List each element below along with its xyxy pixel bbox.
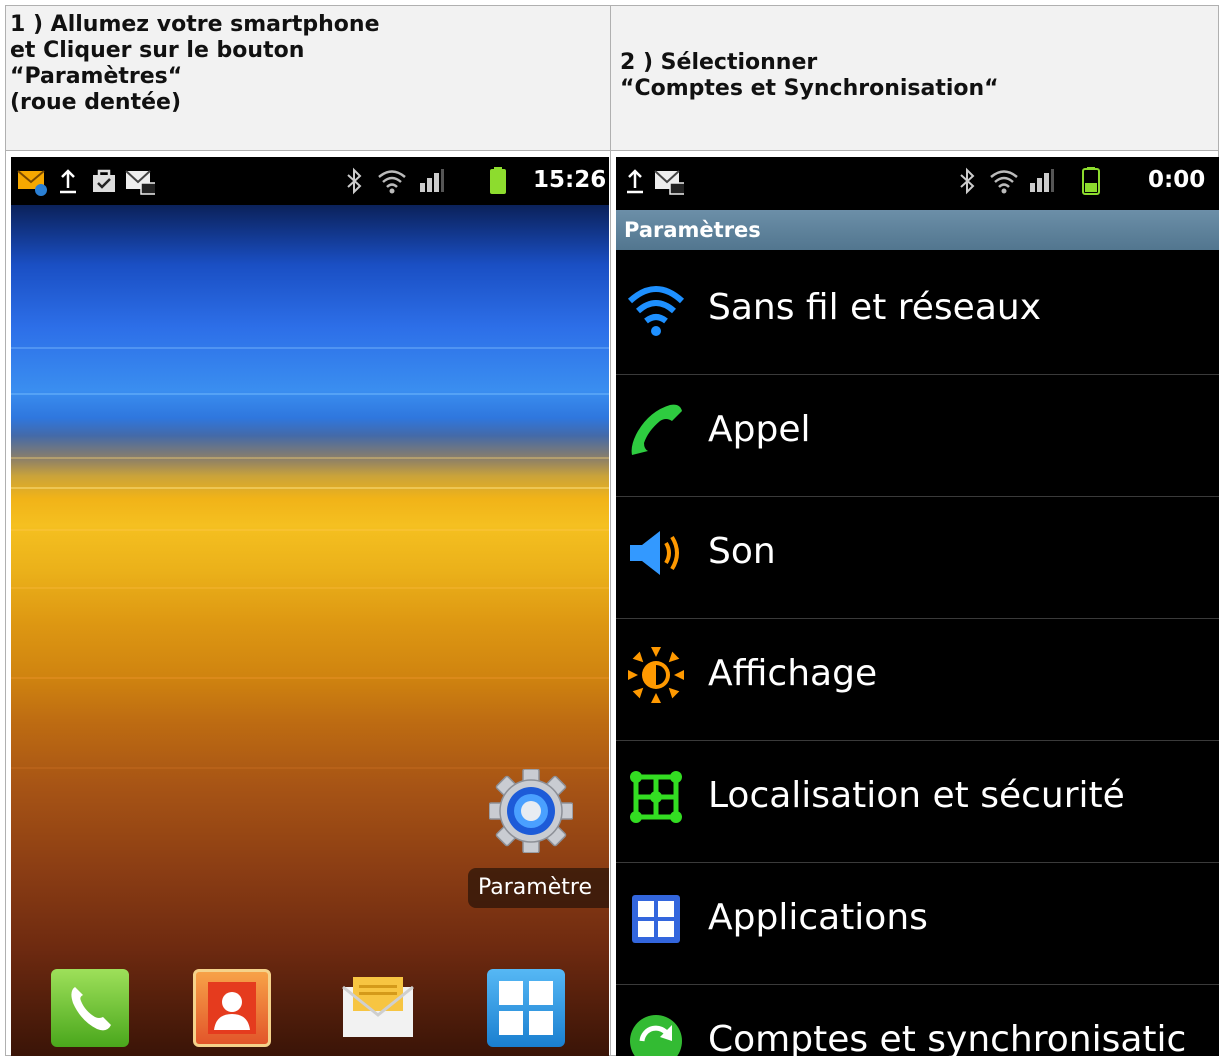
contacts-icon[interactable]	[193, 969, 271, 1047]
sync-icon	[626, 1011, 686, 1056]
messaging-icon[interactable]	[339, 969, 417, 1047]
wallpaper-streak	[11, 457, 609, 459]
wifi-icon	[626, 279, 686, 339]
signal-icon	[1026, 166, 1056, 196]
bag-icon	[89, 166, 119, 196]
wifi-icon	[376, 166, 406, 196]
settings-item-location-security[interactable]: Localisation et sécurité	[616, 741, 1219, 863]
wifi-icon	[988, 166, 1018, 196]
phone-icon	[626, 401, 686, 461]
bluetooth-icon	[952, 166, 982, 196]
phone-icon[interactable]	[51, 969, 129, 1047]
column-divider	[610, 5, 611, 1056]
speaker-icon	[626, 523, 686, 583]
gear-icon[interactable]	[488, 768, 574, 854]
settings-item-display[interactable]: Affichage	[616, 619, 1219, 741]
settings-item-label: Localisation et sécurité	[708, 775, 1125, 816]
row-divider	[5, 150, 1219, 151]
settings-item-label: Son	[708, 531, 776, 572]
settings-item-sound[interactable]: Son	[616, 497, 1219, 619]
settings-shortcut-label[interactable]: Paramètre	[468, 868, 609, 908]
upload-icon	[53, 166, 83, 196]
step-1-instruction: 1 ) Allumez votre smartphone et Cliquer …	[10, 12, 380, 115]
settings-item-label: Sans fil et réseaux	[708, 287, 1041, 328]
status-bar: 0:00	[616, 157, 1219, 205]
step-2-instruction: 2 ) Sélectionner “Comptes et Synchronisa…	[620, 50, 999, 101]
apps-icon[interactable]	[487, 969, 565, 1047]
bluetooth-icon	[339, 166, 369, 196]
applications-icon	[626, 889, 686, 949]
settings-item-accounts-sync[interactable]: Comptes et synchronisatic	[616, 985, 1219, 1056]
voicemail-icon	[125, 166, 155, 196]
settings-item-label: Applications	[708, 897, 928, 938]
battery-icon	[483, 166, 513, 196]
wallpaper-streak	[11, 677, 609, 679]
voicemail-icon	[654, 166, 684, 196]
status-time: 15:26	[533, 167, 607, 193]
email-icon	[17, 166, 47, 196]
settings-item-call[interactable]: Appel	[616, 375, 1219, 497]
wallpaper-streak	[11, 529, 609, 531]
home-screen: 15:26 Paramètre	[11, 157, 609, 1056]
settings-item-applications[interactable]: Applications	[616, 863, 1219, 985]
battery-icon	[1076, 166, 1106, 196]
settings-screen: 0:00 Paramètres Sans fil et réseaux Appe…	[616, 157, 1219, 1056]
brightness-icon	[626, 645, 686, 705]
settings-title: Paramètres	[616, 210, 1219, 250]
settings-item-label: Comptes et synchronisatic	[708, 1019, 1187, 1056]
wallpaper-streak	[11, 347, 609, 349]
location-security-icon	[626, 767, 686, 827]
upload-icon	[620, 166, 650, 196]
status-bar: 15:26	[11, 157, 609, 205]
settings-item-label: Affichage	[708, 653, 878, 694]
settings-item-label: Appel	[708, 409, 811, 450]
signal-icon	[416, 166, 446, 196]
wallpaper-streak	[11, 487, 609, 489]
wallpaper-streak	[11, 393, 609, 395]
settings-item-wireless[interactable]: Sans fil et réseaux	[616, 253, 1219, 375]
wallpaper-streak	[11, 587, 609, 589]
status-time: 0:00	[1148, 167, 1206, 193]
